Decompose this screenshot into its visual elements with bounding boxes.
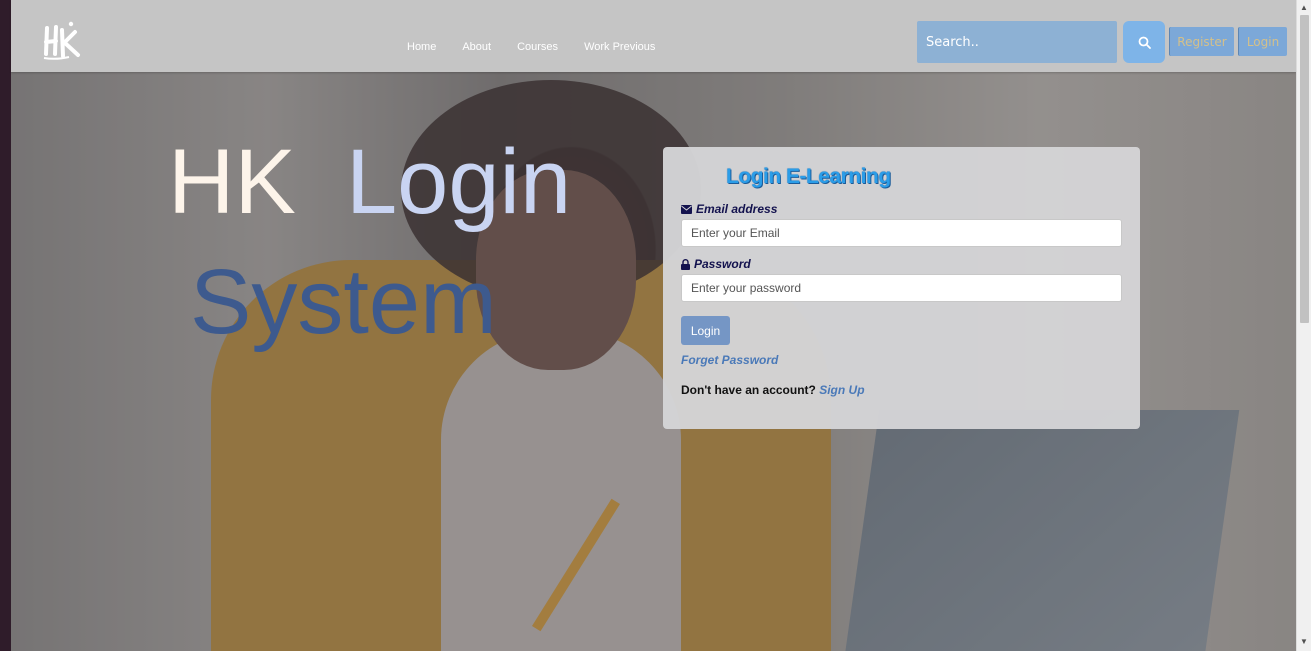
- search-button[interactable]: [1123, 21, 1165, 63]
- register-button[interactable]: Register: [1169, 27, 1234, 56]
- logo-mark-icon: [43, 21, 80, 60]
- envelope-icon: [681, 204, 692, 214]
- search-input[interactable]: [917, 21, 1117, 63]
- hero-title-system: System: [190, 251, 497, 353]
- scroll-thumb[interactable]: [1300, 15, 1309, 323]
- hero-title-login: Login: [346, 131, 572, 233]
- login-nav-button[interactable]: Login: [1238, 27, 1287, 56]
- login-submit-button[interactable]: Login: [681, 316, 730, 345]
- no-account-text: Don't have an account?: [681, 383, 816, 397]
- navbar: Home About Courses Work Previous Registe…: [11, 0, 1296, 72]
- nav-link-work-previous[interactable]: Work Previous: [571, 41, 668, 53]
- login-card: Login E-Learning Email address Password …: [663, 147, 1140, 429]
- forget-password-link[interactable]: Forget Password: [681, 353, 778, 367]
- lock-icon: [681, 258, 690, 270]
- window-edge: [0, 0, 11, 651]
- scroll-down-arrow-icon[interactable]: ▼: [1300, 637, 1308, 646]
- scroll-up-arrow-icon[interactable]: ▲: [1300, 3, 1308, 12]
- password-field[interactable]: [681, 274, 1122, 302]
- password-label-text: Password: [694, 257, 751, 271]
- page-scrollbar[interactable]: ▲ ▼: [1296, 0, 1311, 651]
- signup-row: Don't have an account? Sign Up: [681, 383, 865, 397]
- password-label: Password: [681, 257, 751, 271]
- search-icon: [1138, 36, 1151, 49]
- hero-title-hk: HK: [168, 131, 296, 233]
- email-field[interactable]: [681, 219, 1122, 247]
- email-label-text: Email address: [696, 202, 778, 216]
- nav-link-courses[interactable]: Courses: [504, 41, 571, 53]
- login-card-title: Login E-Learning: [726, 165, 891, 188]
- nav-links: Home About Courses Work Previous: [394, 41, 668, 53]
- logo[interactable]: [41, 18, 85, 62]
- signup-link[interactable]: Sign Up: [819, 383, 864, 397]
- nav-link-home[interactable]: Home: [394, 41, 449, 53]
- nav-link-about[interactable]: About: [449, 41, 504, 53]
- email-label: Email address: [681, 202, 777, 216]
